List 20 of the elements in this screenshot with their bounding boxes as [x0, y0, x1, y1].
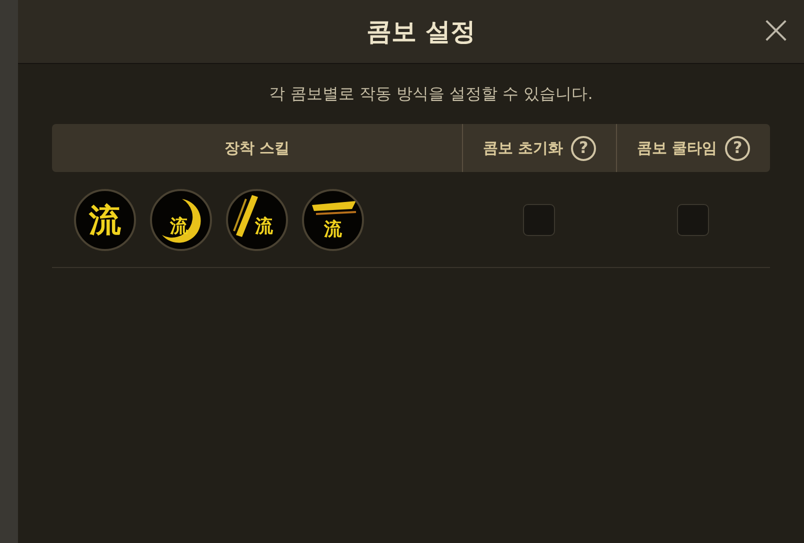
- wing-drawing: [312, 200, 356, 214]
- close-button[interactable]: ×: [756, 10, 796, 50]
- skill-glyph: 流: [89, 204, 121, 236]
- checkbox[interactable]: [523, 204, 555, 236]
- column-header: 콤보 쿨타임: [636, 138, 718, 159]
- dialog-title: 콤보 설정: [366, 16, 476, 48]
- description-text: 각 콤보별로 작동 방식을 설정할 수 있습니다.: [269, 83, 593, 105]
- help-icon[interactable]: ?: [725, 136, 750, 160]
- skill-icon[interactable]: 流: [226, 188, 288, 250]
- column-header: 콤보 초기화: [482, 138, 564, 159]
- skill-glyph: 流: [170, 218, 188, 236]
- crescent-drawing: [162, 198, 201, 242]
- column-header: 장착 스킬: [224, 138, 290, 159]
- skill-icon[interactable]: 流: [74, 188, 136, 250]
- checkbox[interactable]: [677, 204, 709, 236]
- skill-icon[interactable]: 流: [150, 188, 212, 250]
- skill-icon[interactable]: 流: [302, 188, 364, 250]
- skill-glyph: 流: [255, 218, 273, 236]
- help-icon[interactable]: ?: [571, 136, 596, 160]
- skill-glyph: 流: [324, 220, 342, 238]
